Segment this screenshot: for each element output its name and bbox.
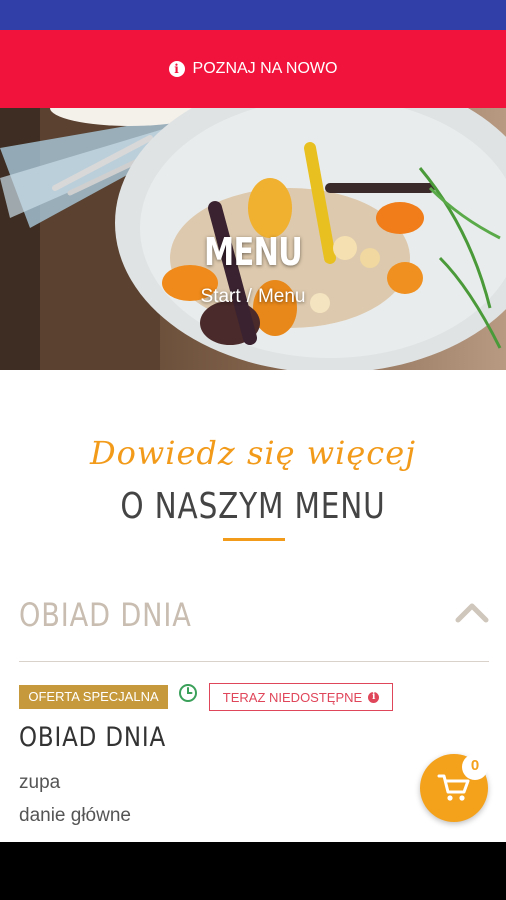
info-icon: i bbox=[168, 61, 185, 77]
status-bar bbox=[0, 0, 506, 30]
unavailable-badge: TERAZ NIEDOSTĘPNE i bbox=[209, 683, 393, 711]
menu-item-title: OBIAD DNIA bbox=[19, 722, 167, 753]
heading-underline bbox=[223, 538, 285, 541]
section-divider bbox=[19, 661, 489, 662]
navigation-bar bbox=[0, 842, 506, 900]
breadcrumb-home-link[interactable]: Start bbox=[201, 286, 241, 307]
script-subheading: Dowiedz się więcej bbox=[89, 434, 417, 472]
breadcrumb: Start / Menu bbox=[0, 286, 506, 308]
menu-section-title[interactable]: OBIAD DNIA bbox=[19, 596, 192, 634]
hero-banner: MENU Start / Menu bbox=[0, 108, 506, 370]
menu-item-line: danie główne bbox=[19, 805, 131, 826]
breadcrumb-current: Menu bbox=[257, 286, 306, 307]
section-heading: O NASZYM MENU bbox=[120, 486, 386, 527]
page-title: MENU bbox=[204, 230, 303, 274]
cart-count-badge: 0 bbox=[462, 754, 488, 780]
promo-banner[interactable]: i POZNAJ NA NOWO bbox=[0, 30, 506, 108]
promo-text: POZNAJ NA NOWO bbox=[192, 60, 338, 77]
cart-icon bbox=[437, 774, 470, 801]
info-icon: i bbox=[368, 691, 380, 703]
clock-icon bbox=[179, 684, 197, 702]
unavailable-label: TERAZ NIEDOSTĘPNE bbox=[222, 689, 363, 705]
menu-item-description: zupa danie główne bbox=[19, 766, 131, 832]
breadcrumb-separator: / bbox=[246, 286, 252, 307]
special-offer-badge: OFERTA SPECJALNA bbox=[19, 685, 168, 709]
menu-item-line: zupa bbox=[19, 772, 61, 793]
chevron-up-icon[interactable] bbox=[454, 600, 490, 624]
